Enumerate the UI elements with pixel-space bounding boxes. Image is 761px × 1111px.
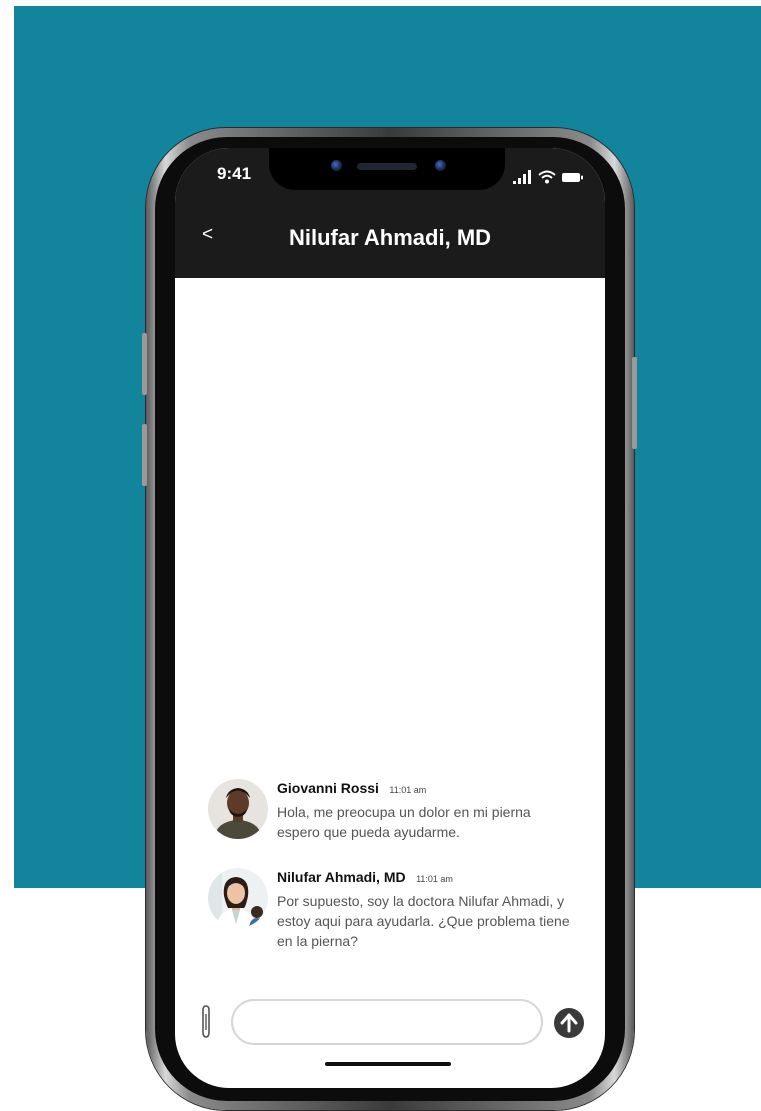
- volume-up-button: [142, 333, 147, 395]
- sender-name: Nilufar Ahmadi, MD: [277, 869, 406, 885]
- phone-screen: 9:41 < Nilufar Ahmadi, MD Giovanni Rossi…: [175, 148, 605, 1088]
- message-content: Giovanni Rossi 11:01 am Hola, me preocup…: [277, 779, 577, 842]
- status-time: 9:41: [217, 164, 252, 183]
- message-input[interactable]: [231, 999, 543, 1045]
- signal-icon: [513, 170, 531, 184]
- camera-icon: [331, 160, 342, 171]
- power-button: [632, 357, 637, 449]
- notch: [269, 148, 505, 190]
- message-text: Hola, me preocupa un dolor en mi pierna …: [277, 804, 531, 840]
- send-button[interactable]: [554, 1008, 584, 1038]
- doctor-avatar: [208, 868, 268, 928]
- man-avatar: [208, 779, 268, 839]
- message-time: 11:01 am: [389, 785, 427, 795]
- speaker-grille: [357, 163, 417, 170]
- message-time: 11:01 am: [416, 874, 453, 884]
- battery-icon: [562, 173, 583, 182]
- arrow-up-icon: [560, 1013, 578, 1033]
- paperclip-icon[interactable]: [199, 1004, 213, 1040]
- sensor-icon: [435, 160, 446, 171]
- message-text: Por supuesto, soy la doctora Nilufar Ahm…: [277, 893, 570, 949]
- message-header: Giovanni Rossi 11:01 am: [277, 779, 577, 800]
- sender-name: Giovanni Rossi: [277, 780, 379, 796]
- message-content: Nilufar Ahmadi, MD 11:01 am Por supuesto…: [277, 868, 577, 951]
- home-indicator: [325, 1062, 451, 1066]
- page-title: Nilufar Ahmadi, MD: [288, 225, 492, 250]
- chat-header: 9:41 < Nilufar Ahmadi, MD: [175, 148, 605, 278]
- wifi-icon: [538, 170, 556, 184]
- volume-down-button: [142, 424, 147, 486]
- message-header: Nilufar Ahmadi, MD 11:01 am: [277, 868, 577, 889]
